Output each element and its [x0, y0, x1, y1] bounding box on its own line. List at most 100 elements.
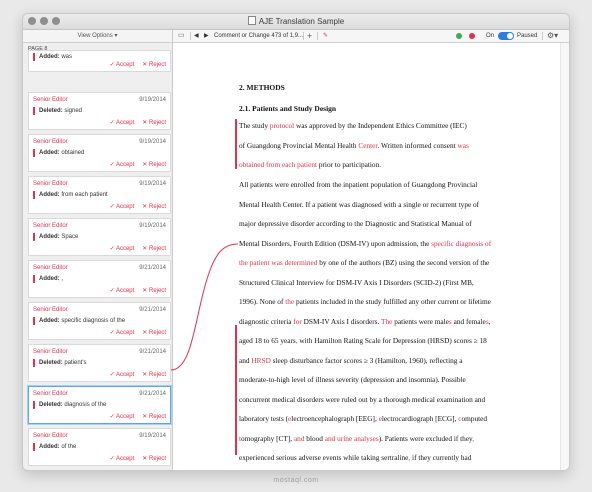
- change-date: 9/19/2014: [139, 223, 166, 229]
- text-run: DSM-IV Axis I disorders.: [301, 316, 382, 326]
- change-card[interactable]: Senior Editor 9/19/2014 Added: of the ✓ Acc…: [28, 428, 171, 466]
- reject-change-button[interactable]: ✕ Reject: [142, 62, 166, 68]
- text-run: lectrocardiograph [ECG],: [381, 414, 459, 423]
- text-run: All patients were enrolled from the inpa…: [239, 180, 478, 189]
- change-author: Senior Editor: [33, 391, 68, 397]
- add-comment-button[interactable]: +: [307, 30, 312, 42]
- change-description: Deleted: patient's: [33, 359, 87, 367]
- reject-change-button[interactable]: ✕ Reject: [142, 330, 166, 336]
- change-text: signed: [62, 108, 83, 114]
- accept-change-button[interactable]: ✓ Accept: [110, 246, 135, 252]
- change-card[interactable]: Senior Editor 9/21/2014 Added: , ✓ Accept ✕ …: [28, 260, 171, 298]
- text-run: blood: [304, 433, 325, 443]
- document-scrollbar[interactable]: [560, 43, 569, 470]
- text-run: was approved by the Independent Ethics C…: [294, 121, 467, 130]
- window-title-wrap: AJE Translation Sample: [23, 16, 569, 26]
- text-line: 1996). None of the patients included in …: [239, 292, 501, 312]
- text-run: if they currently had: [410, 453, 472, 462]
- change-card[interactable]: Senior Editor 9/19/2014 Added: from each p…: [28, 176, 171, 214]
- change-card[interactable]: Senior Editor 9/19/2014 Added: obtained ✓ A…: [28, 134, 171, 172]
- app-window: AJE Translation Sample View Options ▾ PA…: [22, 13, 570, 471]
- change-date: 9/19/2014: [139, 181, 166, 187]
- title-bar: AJE Translation Sample: [23, 14, 569, 30]
- text-line: experienced serious adverse events while…: [239, 448, 501, 468]
- reject-change-button[interactable]: ✕ Reject: [142, 204, 166, 210]
- tracked-insertion: ,: [472, 433, 475, 443]
- change-text: ,: [59, 276, 64, 282]
- accept-change-button[interactable]: ✓ Accept: [110, 288, 135, 294]
- change-card[interactable]: Added: was ✓ Accept ✕ Reject: [28, 50, 171, 72]
- reject-change-button[interactable]: ✕ Reject: [142, 414, 166, 420]
- accept-change-button[interactable]: ✓ Accept: [110, 62, 135, 68]
- text-run: lectroencephalograph [EEG],: [291, 414, 379, 423]
- change-type: Deleted:: [39, 360, 63, 366]
- change-author: Senior Editor: [33, 349, 68, 355]
- change-author: Senior Editor: [33, 181, 68, 187]
- accept-change-button[interactable]: ✓ Accept: [110, 120, 135, 126]
- subsection-heading: 2.1. Patients and Study Design: [239, 104, 337, 113]
- tracked-insertion: urine analyses: [337, 433, 379, 443]
- change-type: Added:: [39, 318, 60, 324]
- accept-change-button[interactable]: ✓ Accept: [110, 330, 135, 336]
- tracked-insertion: protocol: [269, 121, 295, 130]
- accept-change-button[interactable]: ✓ Accept: [110, 162, 135, 168]
- text-line: major depressive disorder according to t…: [239, 214, 501, 234]
- change-card[interactable]: Senior Editor 9/21/2014 Deleted: patient's…: [28, 344, 171, 382]
- paragraph-patients[interactable]: All patients were enrolled from the inpa…: [239, 175, 501, 470]
- next-change-button[interactable]: ▶: [204, 30, 209, 42]
- change-date: 9/19/2014: [139, 139, 166, 145]
- tracked-insertion: and: [293, 433, 305, 443]
- change-author: Senior Editor: [33, 265, 68, 271]
- change-type: Added:: [39, 234, 60, 240]
- change-text: was: [59, 54, 73, 60]
- view-options-dropdown[interactable]: View Options ▾: [23, 30, 172, 43]
- text-run: and female: [451, 316, 486, 326]
- change-actions: ✓ Accept ✕ Reject: [102, 287, 166, 294]
- text-run: Mental Health Center. If a patient was d…: [239, 199, 480, 209]
- change-card[interactable]: Senior Editor 9/21/2014 Deleted: diagnosis…: [28, 386, 171, 424]
- accept-change-button[interactable]: ✓ Accept: [110, 414, 135, 420]
- change-actions: ✓ Accept ✕ Reject: [102, 61, 166, 68]
- change-card[interactable]: Senior Editor 9/19/2014 Deleted: signed ✓ A…: [28, 92, 171, 130]
- accept-change-button[interactable]: ✓ Accept: [110, 372, 135, 378]
- accept-all-icon[interactable]: [456, 33, 462, 39]
- section-heading: 2. METHODS: [239, 83, 285, 92]
- reject-all-icon[interactable]: [469, 33, 475, 39]
- reject-change-button[interactable]: ✕ Reject: [142, 456, 166, 462]
- change-bar: [235, 119, 237, 169]
- text-run: The: [239, 121, 253, 130]
- change-type: Added:: [39, 54, 60, 60]
- text-run: diagnostic criteria: [239, 316, 294, 326]
- tracking-toggle[interactable]: [498, 32, 514, 40]
- change-actions: ✓ Accept ✕ Reject: [102, 371, 166, 378]
- change-date: 9/19/2014: [139, 433, 166, 439]
- sidebar-toggle-icon[interactable]: ▭: [178, 30, 185, 42]
- text-run: omography [CT],: [241, 433, 294, 443]
- watermark: mostaql.com: [273, 477, 319, 484]
- reject-change-button[interactable]: ✕ Reject: [142, 372, 166, 378]
- change-text: obtained: [59, 150, 85, 156]
- previous-change-button[interactable]: ◀: [194, 30, 199, 42]
- text-run: patients included in the study fulfilled…: [294, 297, 491, 306]
- paragraph-study-design[interactable]: The study protocol was approved by the I…: [239, 116, 501, 175]
- reject-change-button[interactable]: ✕ Reject: [142, 120, 166, 126]
- change-card[interactable]: Senior Editor 9/19/2014 Added: Space ✓ Acce…: [28, 218, 171, 256]
- text-line: laboratory tests (electroencephalograph …: [239, 409, 501, 429]
- change-date: 9/21/2014: [139, 307, 166, 313]
- change-author: Senior Editor: [33, 97, 68, 103]
- track-changes-pen-icon[interactable]: ✎: [323, 30, 328, 42]
- reject-change-button[interactable]: ✕ Reject: [142, 246, 166, 252]
- change-card[interactable]: Senior Editor 9/21/2014 Added: specific di…: [28, 302, 171, 340]
- change-description: Added: of the: [33, 443, 76, 451]
- document-page[interactable]: 2. METHODS 2.1. Patients and Study Desig…: [173, 43, 561, 470]
- reject-change-button[interactable]: ✕ Reject: [142, 288, 166, 294]
- reject-change-button[interactable]: ✕ Reject: [142, 162, 166, 168]
- changes-sidebar[interactable]: View Options ▾ PAGE 8 Added: was ✓ Accept…: [23, 30, 173, 470]
- text-line: and HRSD sleep disturbance factor scores…: [239, 351, 501, 371]
- text-line: moderate-to-high level of illness severi…: [239, 370, 501, 390]
- accept-change-button[interactable]: ✓ Accept: [110, 456, 135, 462]
- tracked-insertion: for: [293, 316, 302, 326]
- accept-change-button[interactable]: ✓ Accept: [110, 204, 135, 210]
- settings-gear-icon[interactable]: ⚙▾: [547, 30, 558, 42]
- change-description: Added: specific diagnosis of the: [33, 317, 125, 325]
